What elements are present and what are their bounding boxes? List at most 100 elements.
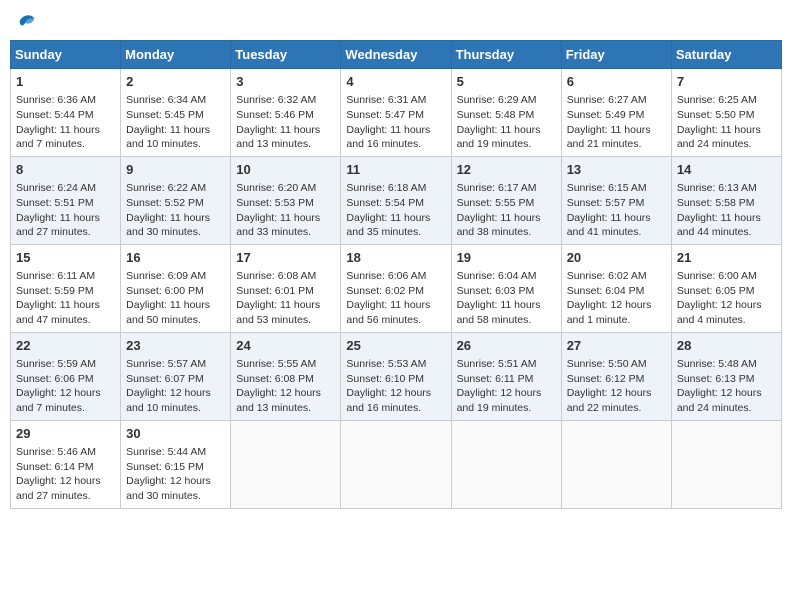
day-number: 29 xyxy=(16,425,115,443)
day-number: 7 xyxy=(677,73,776,91)
cell-content: Sunrise: 5:51 AMSunset: 6:11 PMDaylight:… xyxy=(457,357,556,416)
calendar-cell: 13 Sunrise: 6:15 AMSunset: 5:57 PMDayligh… xyxy=(561,156,671,244)
calendar-cell xyxy=(451,420,561,508)
calendar-week-row: 15 Sunrise: 6:11 AMSunset: 5:59 PMDayligh… xyxy=(11,244,782,332)
day-number: 11 xyxy=(346,161,445,179)
cell-content: Sunrise: 6:00 AMSunset: 6:05 PMDaylight:… xyxy=(677,269,776,328)
calendar-cell: 20 Sunrise: 6:02 AMSunset: 6:04 PMDayligh… xyxy=(561,244,671,332)
cell-content: Sunrise: 6:22 AMSunset: 5:52 PMDaylight:… xyxy=(126,181,225,240)
logo xyxy=(14,10,38,32)
logo-bird-icon xyxy=(16,10,38,32)
calendar-cell xyxy=(231,420,341,508)
cell-content: Sunrise: 6:36 AMSunset: 5:44 PMDaylight:… xyxy=(16,93,115,152)
cell-content: Sunrise: 6:34 AMSunset: 5:45 PMDaylight:… xyxy=(126,93,225,152)
calendar-cell: 29 Sunrise: 5:46 AMSunset: 6:14 PMDayligh… xyxy=(11,420,121,508)
cell-content: Sunrise: 5:50 AMSunset: 6:12 PMDaylight:… xyxy=(567,357,666,416)
calendar-cell xyxy=(671,420,781,508)
day-number: 21 xyxy=(677,249,776,267)
day-number: 10 xyxy=(236,161,335,179)
day-number: 16 xyxy=(126,249,225,267)
calendar-cell: 10 Sunrise: 6:20 AMSunset: 5:53 PMDayligh… xyxy=(231,156,341,244)
cell-content: Sunrise: 6:13 AMSunset: 5:58 PMDaylight:… xyxy=(677,181,776,240)
cell-content: Sunrise: 6:24 AMSunset: 5:51 PMDaylight:… xyxy=(16,181,115,240)
calendar-cell: 1 Sunrise: 6:36 AMSunset: 5:44 PMDaylight… xyxy=(11,69,121,157)
day-number: 5 xyxy=(457,73,556,91)
calendar-cell: 12 Sunrise: 6:17 AMSunset: 5:55 PMDayligh… xyxy=(451,156,561,244)
day-number: 20 xyxy=(567,249,666,267)
calendar-cell: 28Sunrise: 5:48 AMSunset: 6:13 PMDayligh… xyxy=(671,332,781,420)
calendar-week-row: 1 Sunrise: 6:36 AMSunset: 5:44 PMDaylight… xyxy=(11,69,782,157)
calendar-cell: 27 Sunrise: 5:50 AMSunset: 6:12 PMDayligh… xyxy=(561,332,671,420)
calendar-cell: 14 Sunrise: 6:13 AMSunset: 5:58 PMDayligh… xyxy=(671,156,781,244)
calendar-cell xyxy=(561,420,671,508)
calendar-cell: 3 Sunrise: 6:32 AMSunset: 5:46 PMDaylight… xyxy=(231,69,341,157)
cell-content: Sunrise: 6:06 AMSunset: 6:02 PMDaylight:… xyxy=(346,269,445,328)
day-number: 6 xyxy=(567,73,666,91)
calendar-cell: 17Sunrise: 6:08 AMSunset: 6:01 PMDayligh… xyxy=(231,244,341,332)
day-number: 19 xyxy=(457,249,556,267)
day-number: 14 xyxy=(677,161,776,179)
day-of-week-header: Sunday xyxy=(11,41,121,69)
day-number: 2 xyxy=(126,73,225,91)
calendar-cell: 7Sunrise: 6:25 AMSunset: 5:50 PMDaylight… xyxy=(671,69,781,157)
calendar-cell: 23 Sunrise: 5:57 AMSunset: 6:07 PMDayligh… xyxy=(121,332,231,420)
calendar-cell: 21 Sunrise: 6:00 AMSunset: 6:05 PMDayligh… xyxy=(671,244,781,332)
calendar-week-row: 22 Sunrise: 5:59 AMSunset: 6:06 PMDayligh… xyxy=(11,332,782,420)
cell-content: Sunrise: 6:27 AMSunset: 5:49 PMDaylight:… xyxy=(567,93,666,152)
calendar-cell: 25Sunrise: 5:53 AMSunset: 6:10 PMDayligh… xyxy=(341,332,451,420)
calendar-week-row: 29 Sunrise: 5:46 AMSunset: 6:14 PMDayligh… xyxy=(11,420,782,508)
cell-content: Sunrise: 5:55 AMSunset: 6:08 PMDaylight:… xyxy=(236,357,335,416)
cell-content: Sunrise: 5:57 AMSunset: 6:07 PMDaylight:… xyxy=(126,357,225,416)
day-number: 22 xyxy=(16,337,115,355)
cell-content: Sunrise: 6:32 AMSunset: 5:46 PMDaylight:… xyxy=(236,93,335,152)
day-number: 15 xyxy=(16,249,115,267)
day-number: 13 xyxy=(567,161,666,179)
cell-content: Sunrise: 6:04 AMSunset: 6:03 PMDaylight:… xyxy=(457,269,556,328)
calendar-cell: 24 Sunrise: 5:55 AMSunset: 6:08 PMDayligh… xyxy=(231,332,341,420)
cell-content: Sunrise: 6:18 AMSunset: 5:54 PMDaylight:… xyxy=(346,181,445,240)
cell-content: Sunrise: 6:15 AMSunset: 5:57 PMDaylight:… xyxy=(567,181,666,240)
page-header xyxy=(10,10,782,32)
day-number: 26 xyxy=(457,337,556,355)
day-number: 1 xyxy=(16,73,115,91)
day-number: 23 xyxy=(126,337,225,355)
calendar-cell: 18 Sunrise: 6:06 AMSunset: 6:02 PMDayligh… xyxy=(341,244,451,332)
cell-content: Sunrise: 6:17 AMSunset: 5:55 PMDaylight:… xyxy=(457,181,556,240)
calendar-cell: 5Sunrise: 6:29 AMSunset: 5:48 PMDaylight… xyxy=(451,69,561,157)
calendar-week-row: 8Sunrise: 6:24 AMSunset: 5:51 PMDaylight… xyxy=(11,156,782,244)
day-number: 9 xyxy=(126,161,225,179)
calendar-cell: 16 Sunrise: 6:09 AMSunset: 6:00 PMDayligh… xyxy=(121,244,231,332)
day-number: 27 xyxy=(567,337,666,355)
calendar-cell: 26 Sunrise: 5:51 AMSunset: 6:11 PMDayligh… xyxy=(451,332,561,420)
day-of-week-header: Monday xyxy=(121,41,231,69)
day-number: 12 xyxy=(457,161,556,179)
cell-content: Sunrise: 6:11 AMSunset: 5:59 PMDaylight:… xyxy=(16,269,115,328)
day-of-week-header: Thursday xyxy=(451,41,561,69)
cell-content: Sunrise: 5:44 AMSunset: 6:15 PMDaylight:… xyxy=(126,445,225,504)
cell-content: Sunrise: 6:31 AMSunset: 5:47 PMDaylight:… xyxy=(346,93,445,152)
day-number: 18 xyxy=(346,249,445,267)
cell-content: Sunrise: 6:02 AMSunset: 6:04 PMDaylight:… xyxy=(567,269,666,328)
day-number: 24 xyxy=(236,337,335,355)
cell-content: Sunrise: 6:20 AMSunset: 5:53 PMDaylight:… xyxy=(236,181,335,240)
calendar-cell: 30 Sunrise: 5:44 AMSunset: 6:15 PMDayligh… xyxy=(121,420,231,508)
calendar-cell: 15 Sunrise: 6:11 AMSunset: 5:59 PMDayligh… xyxy=(11,244,121,332)
calendar-cell: 22 Sunrise: 5:59 AMSunset: 6:06 PMDayligh… xyxy=(11,332,121,420)
day-number: 4 xyxy=(346,73,445,91)
calendar-cell: 8Sunrise: 6:24 AMSunset: 5:51 PMDaylight… xyxy=(11,156,121,244)
day-number: 25 xyxy=(346,337,445,355)
calendar-cell: 11 Sunrise: 6:18 AMSunset: 5:54 PMDayligh… xyxy=(341,156,451,244)
day-number: 30 xyxy=(126,425,225,443)
calendar-cell: 9 Sunrise: 6:22 AMSunset: 5:52 PMDaylight… xyxy=(121,156,231,244)
calendar-cell: 6 Sunrise: 6:27 AMSunset: 5:49 PMDaylight… xyxy=(561,69,671,157)
cell-content: Sunrise: 6:09 AMSunset: 6:00 PMDaylight:… xyxy=(126,269,225,328)
cell-content: Sunrise: 5:59 AMSunset: 6:06 PMDaylight:… xyxy=(16,357,115,416)
calendar-cell: 19 Sunrise: 6:04 AMSunset: 6:03 PMDayligh… xyxy=(451,244,561,332)
cell-content: Sunrise: 5:46 AMSunset: 6:14 PMDaylight:… xyxy=(16,445,115,504)
day-number: 17 xyxy=(236,249,335,267)
cell-content: Sunrise: 5:48 AMSunset: 6:13 PMDaylight:… xyxy=(677,357,776,416)
day-of-week-header: Tuesday xyxy=(231,41,341,69)
day-number: 3 xyxy=(236,73,335,91)
calendar-cell xyxy=(341,420,451,508)
day-of-week-header: Friday xyxy=(561,41,671,69)
